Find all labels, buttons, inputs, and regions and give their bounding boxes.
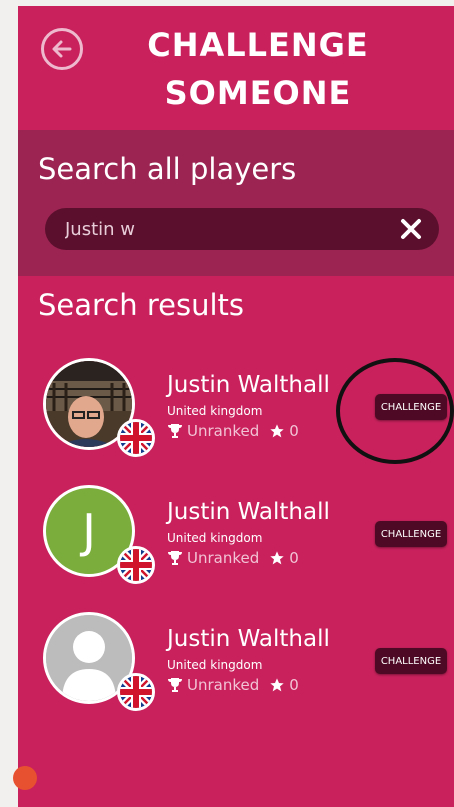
uk-flag-icon (117, 673, 155, 711)
player-name[interactable]: Justin Walthall (167, 499, 330, 525)
challenge-button[interactable]: CHALLENGE (375, 648, 447, 674)
uk-flag-icon (117, 546, 155, 584)
uk-flag-icon (117, 419, 155, 457)
trophy-icon (168, 551, 182, 565)
player-country: United kingdom (167, 404, 263, 418)
page-title-line1: CHALLENGE (147, 26, 369, 64)
rank-label: Unranked (187, 422, 260, 440)
star-count: 0 (289, 676, 299, 694)
star-icon (270, 424, 284, 438)
search-panel: Search all players (18, 130, 454, 276)
trophy-icon (168, 424, 182, 438)
page-title-line2: SOMEONE (164, 74, 352, 112)
back-arrow-icon (52, 40, 72, 58)
search-box (45, 208, 439, 250)
player-name[interactable]: Justin Walthall (167, 372, 330, 398)
results-title: Search results (38, 288, 245, 322)
star-count: 0 (289, 549, 299, 567)
player-stats: Unranked 0 (167, 549, 299, 567)
challenge-screen: CHALLENGE SOMEONE Search all players Sea… (18, 6, 454, 807)
player-stats: Unranked 0 (167, 676, 299, 694)
search-input[interactable] (65, 208, 385, 250)
star-count: 0 (289, 422, 299, 440)
player-stats: Unranked 0 (167, 422, 299, 440)
player-country: United kingdom (167, 658, 263, 672)
player-name[interactable]: Justin Walthall (167, 626, 330, 652)
floating-action-button[interactable] (13, 766, 37, 790)
clear-search-button[interactable] (399, 217, 423, 241)
avatar-letter: J (82, 504, 96, 558)
annotation-circle (336, 358, 454, 464)
search-label: Search all players (38, 152, 297, 186)
rank-label: Unranked (187, 549, 260, 567)
star-icon (270, 551, 284, 565)
close-icon (401, 219, 421, 239)
trophy-icon (168, 678, 182, 692)
rank-label: Unranked (187, 676, 260, 694)
result-item: Justin Walthall United kingdom Unranked … (18, 608, 454, 728)
result-item: J Justin Walthall United kingdom Unranke… (18, 481, 454, 601)
challenge-button[interactable]: CHALLENGE (375, 521, 447, 547)
star-icon (270, 678, 284, 692)
player-country: United kingdom (167, 531, 263, 545)
back-button[interactable] (41, 28, 83, 70)
